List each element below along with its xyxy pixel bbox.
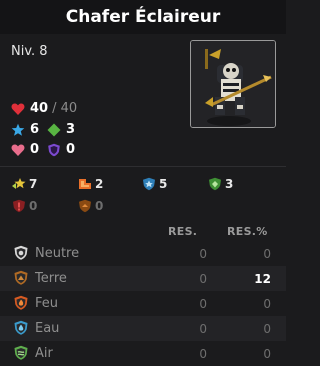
dodge-ap-stat: 7 [11, 177, 37, 191]
res-blue-value: 5 [159, 177, 168, 191]
resistance-name: Terre [35, 271, 67, 286]
res-red-stat: 0 [11, 199, 37, 213]
resistance-name: Neutre [35, 246, 80, 261]
resistance-percent: 0 [263, 346, 271, 361]
res-green-value: 3 [225, 177, 234, 191]
resistance-name: Feu [35, 296, 59, 311]
fire-element-icon [14, 295, 28, 310]
monster-portrait [190, 40, 276, 128]
mp-value: 3 [66, 122, 76, 137]
dodge-star-icon [12, 178, 26, 189]
resistance-row-earth: Terre 0 12 [0, 266, 286, 291]
res-green-stat: 3 [207, 177, 233, 191]
earth-element-icon [14, 270, 28, 285]
monster-name: Chafer Éclaireur [65, 7, 221, 27]
vitality-stat: 40 / 40 [11, 101, 77, 116]
res-orange-stat: 0 [77, 199, 103, 213]
dodge-mp-stat: 2 [77, 177, 103, 191]
resistance-percent: 0 [263, 296, 271, 311]
vitality-current: 40 [30, 101, 49, 116]
resistance-row-water: Eau 0 0 [0, 316, 286, 341]
purple-shield-icon [48, 143, 60, 156]
pink-heart-icon [11, 144, 25, 156]
pink-stat: 0 [11, 142, 39, 157]
resistance-percent: 12 [254, 271, 271, 286]
purple-stat: 0 [47, 142, 75, 157]
divider [0, 166, 286, 167]
resistance-name: Air [35, 346, 53, 361]
resistance-fixed: 0 [199, 321, 207, 336]
resistance-percent: 0 [263, 246, 271, 261]
ap-value: 6 [30, 122, 40, 137]
resistance-row-neutral: Neutre 0 0 [0, 241, 286, 266]
neutral-element-icon [14, 245, 28, 260]
red-shield-icon [13, 199, 25, 213]
title-bar: Chafer Éclaireur [0, 0, 286, 34]
resistance-fixed: 0 [199, 296, 207, 311]
water-element-icon [14, 320, 28, 335]
res-percent-header: RES.% [227, 225, 268, 238]
res-red-value: 0 [29, 199, 38, 213]
res-orange-value: 0 [95, 199, 104, 213]
pink-value: 0 [30, 142, 40, 157]
resistance-fixed: 0 [199, 346, 207, 361]
resistance-percent: 0 [263, 321, 271, 336]
dodge-arrow-icon [79, 179, 91, 189]
res-fixed-header: RES. [168, 225, 198, 238]
orange-shield-icon [79, 199, 91, 213]
blue-shield-icon [143, 177, 155, 191]
dodge-ap-value: 7 [29, 177, 38, 191]
mp-stat: 3 [47, 122, 75, 137]
resistance-name: Eau [35, 321, 60, 336]
res-blue-stat: 5 [141, 177, 167, 191]
resistance-row-air: Air 0 0 [0, 341, 286, 366]
dodge-mp-value: 2 [95, 177, 104, 191]
air-element-icon [14, 345, 28, 360]
skeleton-warrior-icon [191, 41, 275, 127]
star-icon [11, 123, 25, 136]
resistance-fixed: 0 [199, 246, 207, 261]
green-shield-icon [209, 177, 221, 191]
diamond-icon [47, 123, 61, 136]
resistance-fixed: 0 [199, 271, 207, 286]
resistance-row-fire: Feu 0 0 [0, 291, 286, 316]
purple-value: 0 [66, 142, 76, 157]
ap-stat: 6 [11, 122, 39, 137]
heart-icon [11, 103, 25, 115]
vitality-max: / 40 [52, 101, 78, 116]
monster-level: Niv. 8 [11, 44, 48, 59]
